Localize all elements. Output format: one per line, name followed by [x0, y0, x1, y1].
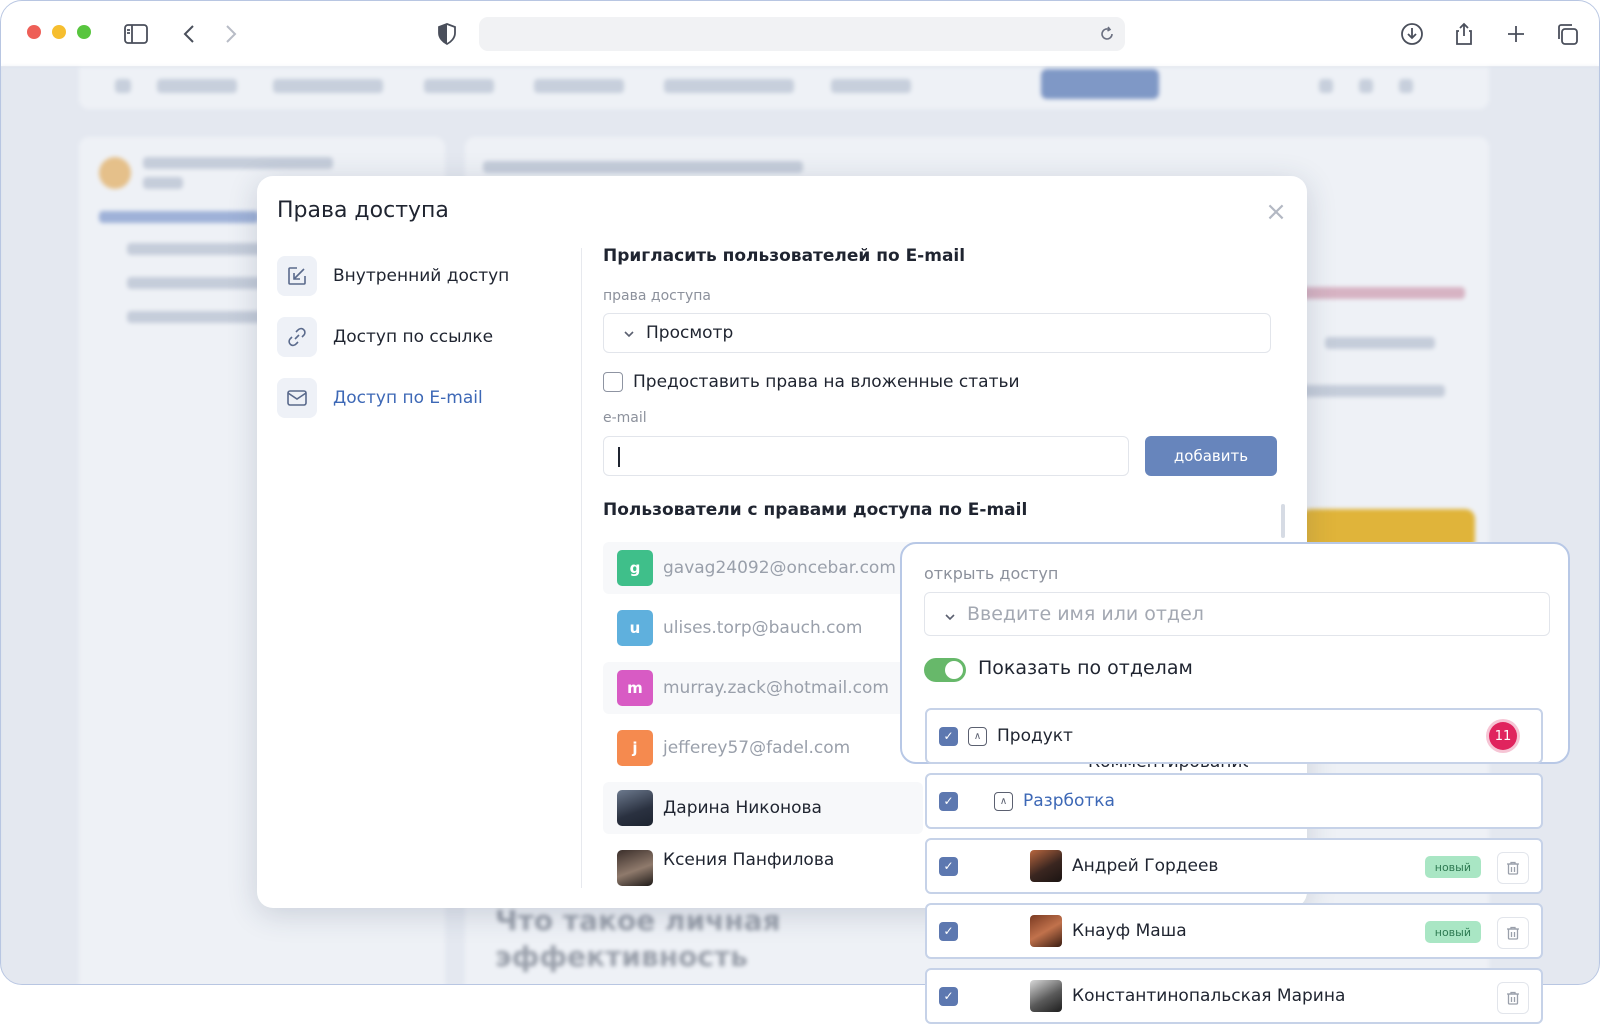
hidden-row-label: Комментирование — [1088, 764, 1248, 772]
nav-email-access[interactable]: Доступ по E-mail — [277, 377, 483, 419]
mail-icon — [277, 378, 317, 418]
group-development[interactable]: ✓ ∧ Разрботка — [925, 773, 1543, 829]
forward-icon[interactable] — [217, 21, 243, 47]
avatar — [1030, 980, 1062, 1012]
name-or-department-select[interactable]: Введите имя или отдел — [924, 592, 1550, 636]
trash-icon[interactable] — [1497, 982, 1529, 1014]
count-badge: 11 — [1489, 722, 1517, 750]
hidden-row-text: Комментирование — [1088, 764, 1248, 772]
text-caret — [618, 447, 620, 467]
user-row[interactable]: j jefferey57@fadel.com — [603, 722, 923, 774]
download-icon[interactable] — [1399, 21, 1425, 47]
trash-icon[interactable] — [1497, 852, 1529, 884]
chevron-down-icon — [622, 326, 636, 340]
chevron-down-icon — [943, 607, 957, 621]
email-input[interactable] — [603, 436, 1129, 476]
nested-rights-checkbox[interactable]: Предоставить права на вложенные статьи — [603, 372, 1020, 392]
avatar: j — [617, 730, 653, 766]
user-name: Ксения Панфилова — [663, 850, 835, 870]
user-email: ulises.torp@bauch.com — [663, 618, 863, 638]
checkbox-unchecked[interactable] — [603, 372, 623, 392]
nav-link-access[interactable]: Доступ по ссылке — [277, 316, 493, 358]
nav-internal-access-label: Внутренний доступ — [333, 266, 510, 286]
close-window-button[interactable] — [27, 25, 41, 39]
person-row[interactable]: ✓ Константинопальская Марина — [925, 968, 1543, 1024]
checkbox-checked-icon[interactable]: ✓ — [939, 856, 958, 876]
avatar — [1030, 850, 1062, 882]
checkbox-checked-icon[interactable]: ✓ — [939, 921, 958, 941]
avatar — [617, 790, 653, 826]
show-by-department-label: Показать по отделам — [978, 657, 1193, 679]
user-name: Дарина Никонова — [663, 798, 822, 818]
user-row[interactable]: Ксения Панфилова — [603, 842, 923, 888]
user-email: jefferey57@fadel.com — [663, 738, 851, 758]
checkbox-checked-icon[interactable]: ✓ — [939, 986, 958, 1006]
open-access-label: открыть доступ — [924, 564, 1059, 583]
collapse-icon[interactable]: ∧ — [968, 726, 987, 746]
user-row[interactable]: m murray.zack@hotmail.com — [603, 662, 923, 714]
person-row[interactable]: ✓ Андрей Гордеев новый — [925, 838, 1543, 894]
nav-internal-access[interactable]: Внутренний доступ — [277, 255, 509, 297]
email-label: e-mail — [603, 410, 647, 426]
privacy-shield-icon[interactable] — [434, 21, 460, 47]
rights-select-value: Просмотр — [646, 323, 734, 343]
close-icon[interactable]: × — [1265, 199, 1287, 225]
address-bar[interactable] — [479, 17, 1125, 51]
avatar — [617, 850, 653, 886]
user-email: murray.zack@hotmail.com — [663, 678, 889, 698]
rights-select[interactable]: Просмотр — [603, 313, 1271, 353]
avatar: u — [617, 610, 653, 646]
browser-toolbar — [1, 1, 1599, 67]
trash-icon[interactable] — [1497, 917, 1529, 949]
arrow-in-box-icon — [277, 256, 317, 296]
group-product[interactable]: ✓ ∧ Продукт 11 — [925, 708, 1543, 764]
show-by-department-toggle[interactable] — [924, 658, 966, 682]
add-button[interactable]: добавить — [1145, 436, 1277, 476]
nested-rights-label: Предоставить права на вложенные статьи — [633, 372, 1020, 392]
maximize-window-button[interactable] — [77, 25, 91, 39]
sidebar-toggle-icon[interactable] — [123, 21, 149, 47]
invite-section-title: Пригласить пользователей по E-mail — [603, 246, 966, 266]
users-section-title: Пользователи с правами доступа по E-mail — [603, 500, 1028, 520]
select-placeholder: Введите имя или отдел — [967, 603, 1204, 625]
back-icon[interactable] — [177, 21, 203, 47]
tab-overview-icon[interactable] — [1554, 21, 1580, 47]
nav-link-access-label: Доступ по ссылке — [333, 327, 494, 347]
new-badge: новый — [1424, 921, 1481, 943]
reload-icon[interactable] — [1097, 24, 1117, 44]
group-development-label: Разрботка — [1023, 791, 1115, 811]
modal-title: Права доступа — [277, 198, 449, 223]
user-email: gavag24092@oncebar.com — [663, 558, 896, 578]
avatar: g — [617, 550, 653, 586]
person-row[interactable]: ✓ Кнауф Маша новый — [925, 903, 1543, 959]
new-badge: новый — [1424, 856, 1481, 878]
group-product-label: Продукт — [997, 726, 1073, 746]
person-name: Константинопальская Марина — [1072, 986, 1346, 1006]
rights-label: права доступа — [603, 288, 712, 304]
link-icon — [277, 317, 317, 357]
checkbox-checked-icon[interactable]: ✓ — [939, 726, 958, 746]
user-row[interactable]: Дарина Никонова — [603, 782, 923, 834]
background-topbar — [79, 67, 1489, 109]
person-name: Кнауф Маша — [1072, 921, 1187, 941]
user-row[interactable]: g gavag24092@oncebar.com — [603, 542, 923, 594]
nav-email-access-label: Доступ по E-mail — [333, 388, 483, 408]
background-headline: Что такое личная эффективность — [495, 904, 781, 973]
avatar: m — [617, 670, 653, 706]
modal-divider — [581, 248, 582, 888]
scrollbar[interactable] — [1281, 504, 1285, 538]
minimize-window-button[interactable] — [52, 25, 66, 39]
checkbox-checked-icon[interactable]: ✓ — [939, 791, 958, 811]
share-icon[interactable] — [1451, 21, 1477, 47]
collapse-icon[interactable]: ∧ — [994, 791, 1013, 811]
person-name: Андрей Гордеев — [1072, 856, 1219, 876]
user-row[interactable]: u ulises.torp@bauch.com — [603, 602, 923, 654]
avatar — [1030, 915, 1062, 947]
new-tab-icon[interactable] — [1503, 21, 1529, 47]
